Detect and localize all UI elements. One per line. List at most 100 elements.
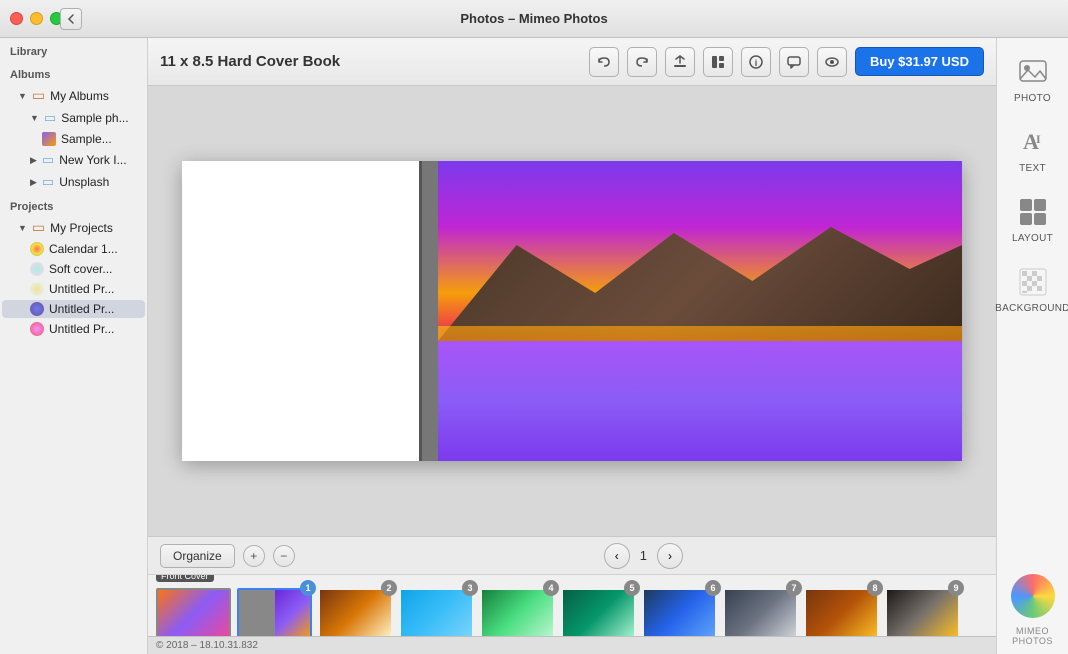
project-icon-untitled3 xyxy=(30,322,44,336)
thumbnail-img-7 xyxy=(723,588,798,637)
thumbnail-front-cover[interactable]: Front Cover xyxy=(156,588,231,637)
thumbnail-photo-3 xyxy=(401,590,472,637)
layout-label: LAYOUT xyxy=(1012,233,1053,244)
prev-icon: ‹ xyxy=(615,549,619,563)
next-page-button[interactable]: › xyxy=(657,543,683,569)
sidebar-item-label-8: Soft cover... xyxy=(49,262,112,276)
toolbar: 11 x 8.5 Hard Cover Book i Buy $31 xyxy=(148,38,996,86)
book-photo xyxy=(438,161,962,461)
sidebar-item-my-albums[interactable]: ▼ ▭ My Albums xyxy=(2,85,145,106)
mimeo-logo[interactable] xyxy=(1011,574,1055,618)
layout-panel-icon xyxy=(1015,194,1051,230)
page-badge-2: 2 xyxy=(381,580,397,596)
thumbnail-img-6 xyxy=(642,588,717,637)
sidebar-item-soft-cover[interactable]: Soft cover... xyxy=(2,260,145,278)
folder-icon-4: ▭ xyxy=(42,174,54,190)
photo-panel-icon xyxy=(1015,54,1051,90)
undo-button[interactable] xyxy=(589,47,619,77)
thumbnail-img-2 xyxy=(318,588,393,637)
svg-text:i: i xyxy=(755,58,758,68)
sidebar-item-label: My Albums xyxy=(50,89,109,103)
page-badge-3: 3 xyxy=(462,580,478,596)
window-controls xyxy=(10,12,63,25)
thumbnail-page-9[interactable]: 9 xyxy=(885,588,960,637)
sidebar-item-newyork[interactable]: ▶ ▭ New York I... xyxy=(2,150,145,170)
mimeo-label: mimeoPhotos xyxy=(1012,626,1053,646)
page-badge-8: 8 xyxy=(867,580,883,596)
thumbnail-page-7[interactable]: 7 xyxy=(723,588,798,637)
sidebar-item-untitled3[interactable]: Untitled Pr... xyxy=(2,320,145,338)
remove-page-button[interactable]: − xyxy=(273,545,295,567)
add-page-button[interactable]: + xyxy=(243,545,265,567)
window-title: Photos – Mimeo Photos xyxy=(460,11,607,26)
panel-background[interactable]: BACKGROUND xyxy=(1001,256,1065,322)
folder-icon-5: ▭ xyxy=(32,219,45,236)
thumbnail-photo-5 xyxy=(563,590,634,637)
status-text: © 2018 – 18.10.31.832 xyxy=(156,640,258,651)
book-right-page xyxy=(438,161,962,461)
buy-button[interactable]: Buy $31.97 USD xyxy=(855,47,984,76)
project-icon-calendar xyxy=(30,242,44,256)
sidebar-item-label-9: Untitled Pr... xyxy=(49,282,114,296)
content-area: 11 x 8.5 Hard Cover Book i Buy $31 xyxy=(148,38,996,654)
page-badge-7: 7 xyxy=(786,580,802,596)
canvas-area xyxy=(148,86,996,536)
thumbnail-page-2[interactable]: 2 xyxy=(318,588,393,637)
thumbnail-page-6[interactable]: 6 xyxy=(642,588,717,637)
info-button[interactable]: i xyxy=(741,47,771,77)
redo-button[interactable] xyxy=(627,47,657,77)
prev-page-button[interactable]: ‹ xyxy=(604,543,630,569)
sidebar-item-unsplash[interactable]: ▶ ▭ Unsplash xyxy=(2,172,145,192)
sidebar-item-label-2: Sample ph... xyxy=(61,111,128,125)
remove-icon: − xyxy=(280,549,287,563)
sidebar-item-label-7: Calendar 1... xyxy=(49,242,118,256)
page-badge-1: 1 xyxy=(300,580,316,596)
svg-text:I: I xyxy=(1036,132,1041,146)
sidebar-item-label-11: Untitled Pr... xyxy=(49,322,114,336)
book-title: 11 x 8.5 Hard Cover Book xyxy=(160,53,581,70)
upload-button[interactable] xyxy=(665,47,695,77)
thumbnail-photo-9 xyxy=(887,590,958,637)
book-spine xyxy=(422,161,438,461)
albums-label: Albums xyxy=(0,61,147,84)
sidebar-item-sample-ph[interactable]: ▼ ▭ Sample ph... xyxy=(2,108,145,128)
close-button[interactable] xyxy=(10,12,23,25)
sample-thumbnail xyxy=(42,132,56,146)
thumbnail-photo-7 xyxy=(725,590,796,637)
thumbnail-photo-4 xyxy=(482,590,553,637)
organize-button[interactable]: Organize xyxy=(160,544,235,568)
panel-layout[interactable]: LAYOUT xyxy=(1001,186,1065,252)
folder-icon-3: ▭ xyxy=(42,152,54,168)
back-button[interactable] xyxy=(60,8,82,30)
project-icon-untitled2 xyxy=(30,302,44,316)
sidebar-item-label-4: New York I... xyxy=(59,153,126,167)
panel-text[interactable]: A I TEXT xyxy=(1001,116,1065,182)
sidebar-item-my-projects[interactable]: ▼ ▭ My Projects xyxy=(2,217,145,238)
projects-label: Projects xyxy=(0,193,147,216)
thumbnail-photo-2 xyxy=(320,590,391,637)
sidebar-item-sample[interactable]: Sample... xyxy=(2,130,145,148)
preview-button[interactable] xyxy=(817,47,847,77)
add-icon: + xyxy=(250,549,257,563)
folder-icon: ▭ xyxy=(32,87,45,104)
thumbnail-page-8[interactable]: 8 xyxy=(804,588,879,637)
thumbnail-strip: Front Cover 1 2 xyxy=(148,575,996,636)
sidebar-item-calendar[interactable]: Calendar 1... xyxy=(2,240,145,258)
thumbnail-img-4 xyxy=(480,588,555,637)
thumbnail-page-5[interactable]: 5 xyxy=(561,588,636,637)
bottom-strip: Organize + − ‹ 1 › xyxy=(148,536,996,636)
front-cover-badge: Front Cover xyxy=(156,575,214,582)
thumbnail-page-4[interactable]: 4 xyxy=(480,588,555,637)
thumbnail-page-1[interactable]: 1 xyxy=(237,588,312,637)
comment-button[interactable] xyxy=(779,47,809,77)
book-left-page xyxy=(182,161,422,461)
minimize-button[interactable] xyxy=(30,12,43,25)
sidebar-item-label-5: Unsplash xyxy=(59,175,109,189)
page-badge-6: 6 xyxy=(705,580,721,596)
panel-photo[interactable]: PHOTO xyxy=(1001,46,1065,112)
layout-switch-button[interactable] xyxy=(703,47,733,77)
thumbnail-page-3[interactable]: 3 xyxy=(399,588,474,637)
thumbnail-photo-6 xyxy=(644,590,715,637)
sidebar-item-untitled1[interactable]: Untitled Pr... xyxy=(2,280,145,298)
sidebar-item-untitled2[interactable]: Untitled Pr... xyxy=(2,300,145,318)
